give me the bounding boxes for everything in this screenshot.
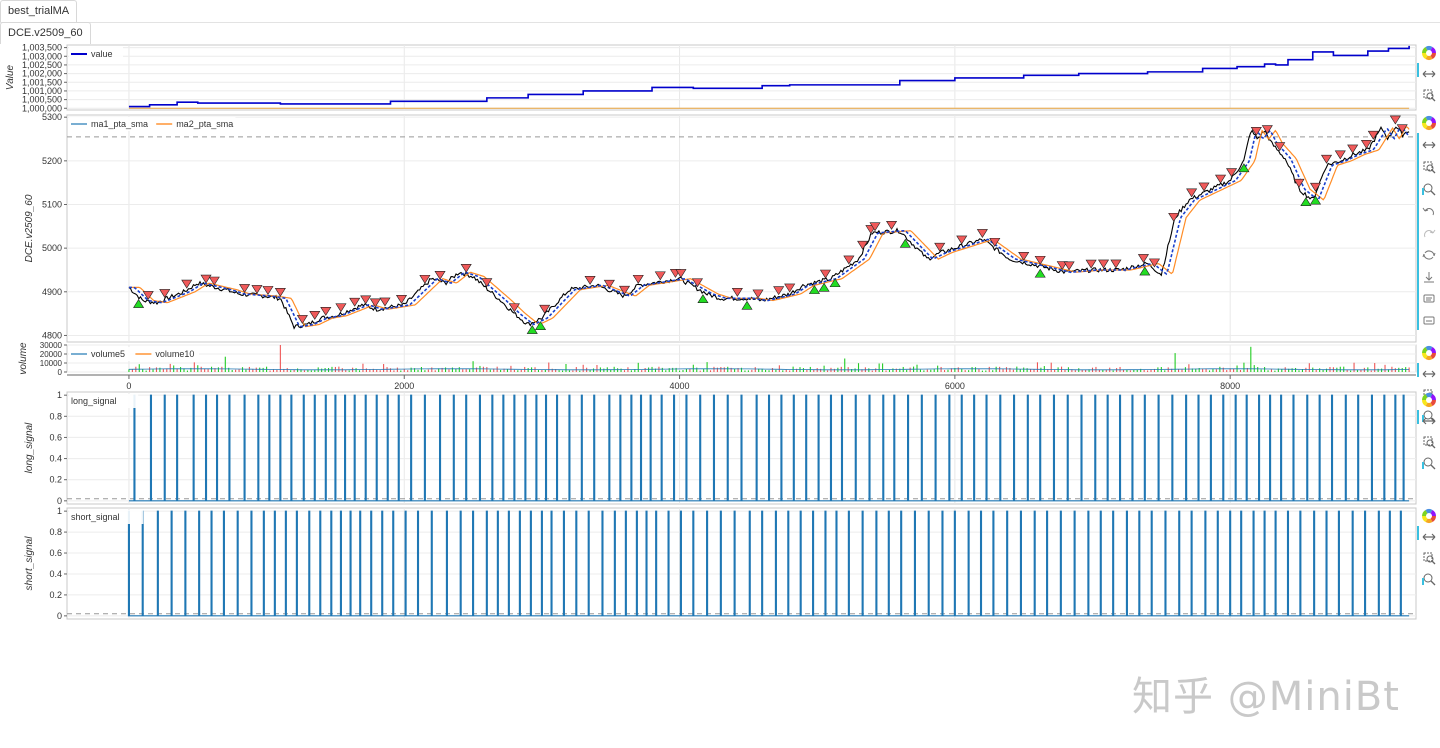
bokeh-logo-icon[interactable] (1422, 116, 1436, 130)
wheel-zoom-icon[interactable] (1422, 183, 1436, 196)
y-tick-label: 1,002,000 (22, 69, 62, 79)
panel-value: 1,000,0001,000,5001,001,0001,001,5001,00… (22, 43, 1436, 113)
y-tick-label: 1 (57, 390, 62, 400)
pan-icon[interactable] (1422, 70, 1436, 78)
y-tick-label: 0.6 (49, 548, 62, 558)
reset-icon[interactable] (1422, 250, 1436, 260)
legend-item: ma1_pta_sma (91, 119, 148, 129)
pan-icon[interactable] (1422, 533, 1436, 541)
wheel-zoom-icon[interactable] (1422, 573, 1436, 586)
box-zoom-icon[interactable] (1423, 436, 1436, 449)
plot-area[interactable] (66, 44, 1417, 111)
y-tick-label: 0.8 (49, 411, 62, 421)
save-icon[interactable] (1424, 272, 1434, 283)
active-tool-indicator (1417, 410, 1419, 424)
wheel-zoom-icon[interactable] (1422, 457, 1436, 470)
y-tick-label: 1,001,500 (22, 77, 62, 87)
legend-item: ma2_pta_sma (176, 119, 233, 129)
legend[interactable]: volume5 volume10 (69, 347, 199, 361)
y-tick-label: 4900 (42, 287, 62, 297)
y-axis-label: long_signal (24, 422, 35, 473)
y-tick-label: 0.4 (49, 454, 62, 464)
y-tick-label: 0.2 (49, 475, 62, 485)
panel-price: 4800 4900 5000 5100 5200 5300 ma1_pta_sma ma2_p… (42, 112, 1436, 343)
legend[interactable]: long_signal (69, 394, 139, 408)
bokeh-logo-icon[interactable] (1422, 346, 1436, 360)
y-tick-label: 4800 (42, 330, 62, 340)
y-tick-label: 0.8 (49, 527, 62, 537)
y-tick-label: 1,002,500 (22, 60, 62, 70)
hover-icon[interactable] (1423, 294, 1435, 303)
active-tool-indicator (1417, 363, 1419, 377)
plot-area[interactable] (66, 114, 1417, 343)
y-tick-label: 0 (58, 368, 63, 377)
y-axis-label: DCE.v2509_60 (24, 194, 35, 262)
bokeh-logo-icon[interactable] (1422, 393, 1436, 407)
x-tick-label: 0 (126, 381, 131, 391)
y-tick-label: 5200 (42, 156, 62, 166)
bokeh-logo-icon[interactable] (1422, 46, 1436, 60)
watermark: 知乎 @MiniBt (1132, 674, 1400, 720)
active-tool-indicator (1417, 526, 1419, 540)
legend[interactable]: short_signal (69, 510, 144, 524)
crosshair-icon[interactable] (1423, 316, 1435, 325)
y-axis-label: volume (18, 342, 29, 375)
legend[interactable]: value (69, 47, 123, 61)
y-tick-label: 0 (57, 611, 62, 621)
toolbar (1422, 393, 1436, 470)
pan-icon[interactable] (1422, 370, 1436, 378)
active-tool-indicator (1417, 133, 1419, 330)
x-tick-label: 2000 (394, 381, 414, 391)
pan-icon[interactable] (1422, 141, 1436, 149)
panel-short_signal: 0 0.2 0.4 0.6 0.8 1 short_signal (49, 506, 1436, 621)
legend-item: volume10 (155, 349, 194, 359)
toolbar (1422, 346, 1436, 423)
y-tick-label: 0.2 (49, 590, 62, 600)
legend-item: long_signal (71, 396, 117, 406)
box-zoom-icon[interactable] (1423, 161, 1436, 174)
y-tick-label: 5300 (42, 112, 62, 122)
y-tick-label: 1,003,000 (22, 51, 62, 61)
undo-icon[interactable] (1422, 207, 1434, 216)
y-tick-label: 1,000,500 (22, 95, 62, 105)
chart-panels: 1,000,0001,000,5001,001,0001,001,5001,00… (5, 43, 1436, 621)
redo-icon[interactable] (1424, 229, 1436, 238)
y-axis-label: Value (5, 64, 16, 90)
y-tick-label: 20000 (40, 350, 63, 359)
toolbar (1422, 46, 1436, 102)
x-tick-label: 4000 (670, 381, 690, 391)
toolbar (1422, 509, 1436, 586)
legend-item: value (91, 49, 113, 59)
y-tick-label: 5000 (42, 243, 62, 253)
x-tick-label: 6000 (945, 381, 965, 391)
plot-area[interactable] (66, 507, 1417, 620)
panel-long_signal: 0 0.2 0.4 0.6 0.8 1 long_signal (49, 390, 1436, 506)
y-tick-label: 10000 (40, 359, 63, 368)
y-tick-label: 5100 (42, 199, 62, 209)
y-tick-label: 0.6 (49, 432, 62, 442)
legend-item: short_signal (71, 512, 120, 522)
y-tick-label: 1,003,500 (22, 43, 62, 53)
y-tick-label: 1 (57, 506, 62, 516)
legend-item: volume5 (91, 349, 125, 359)
toolbar (1422, 116, 1436, 325)
bokeh-logo-icon[interactable] (1422, 509, 1436, 523)
active-tool-indicator (1417, 63, 1419, 77)
box-zoom-icon[interactable] (1423, 89, 1436, 102)
y-tick-label: 1,001,000 (22, 86, 62, 96)
x-tick-label: 8000 (1220, 381, 1240, 391)
legend[interactable]: ma1_pta_sma ma2_pta_sma (69, 117, 236, 131)
box-zoom-icon[interactable] (1423, 552, 1436, 565)
y-tick-label: 0 (57, 496, 62, 506)
y-tick-label: 30000 (40, 341, 63, 350)
y-axis-label: short_signal (24, 536, 35, 591)
y-tick-label: 0.4 (49, 569, 62, 579)
